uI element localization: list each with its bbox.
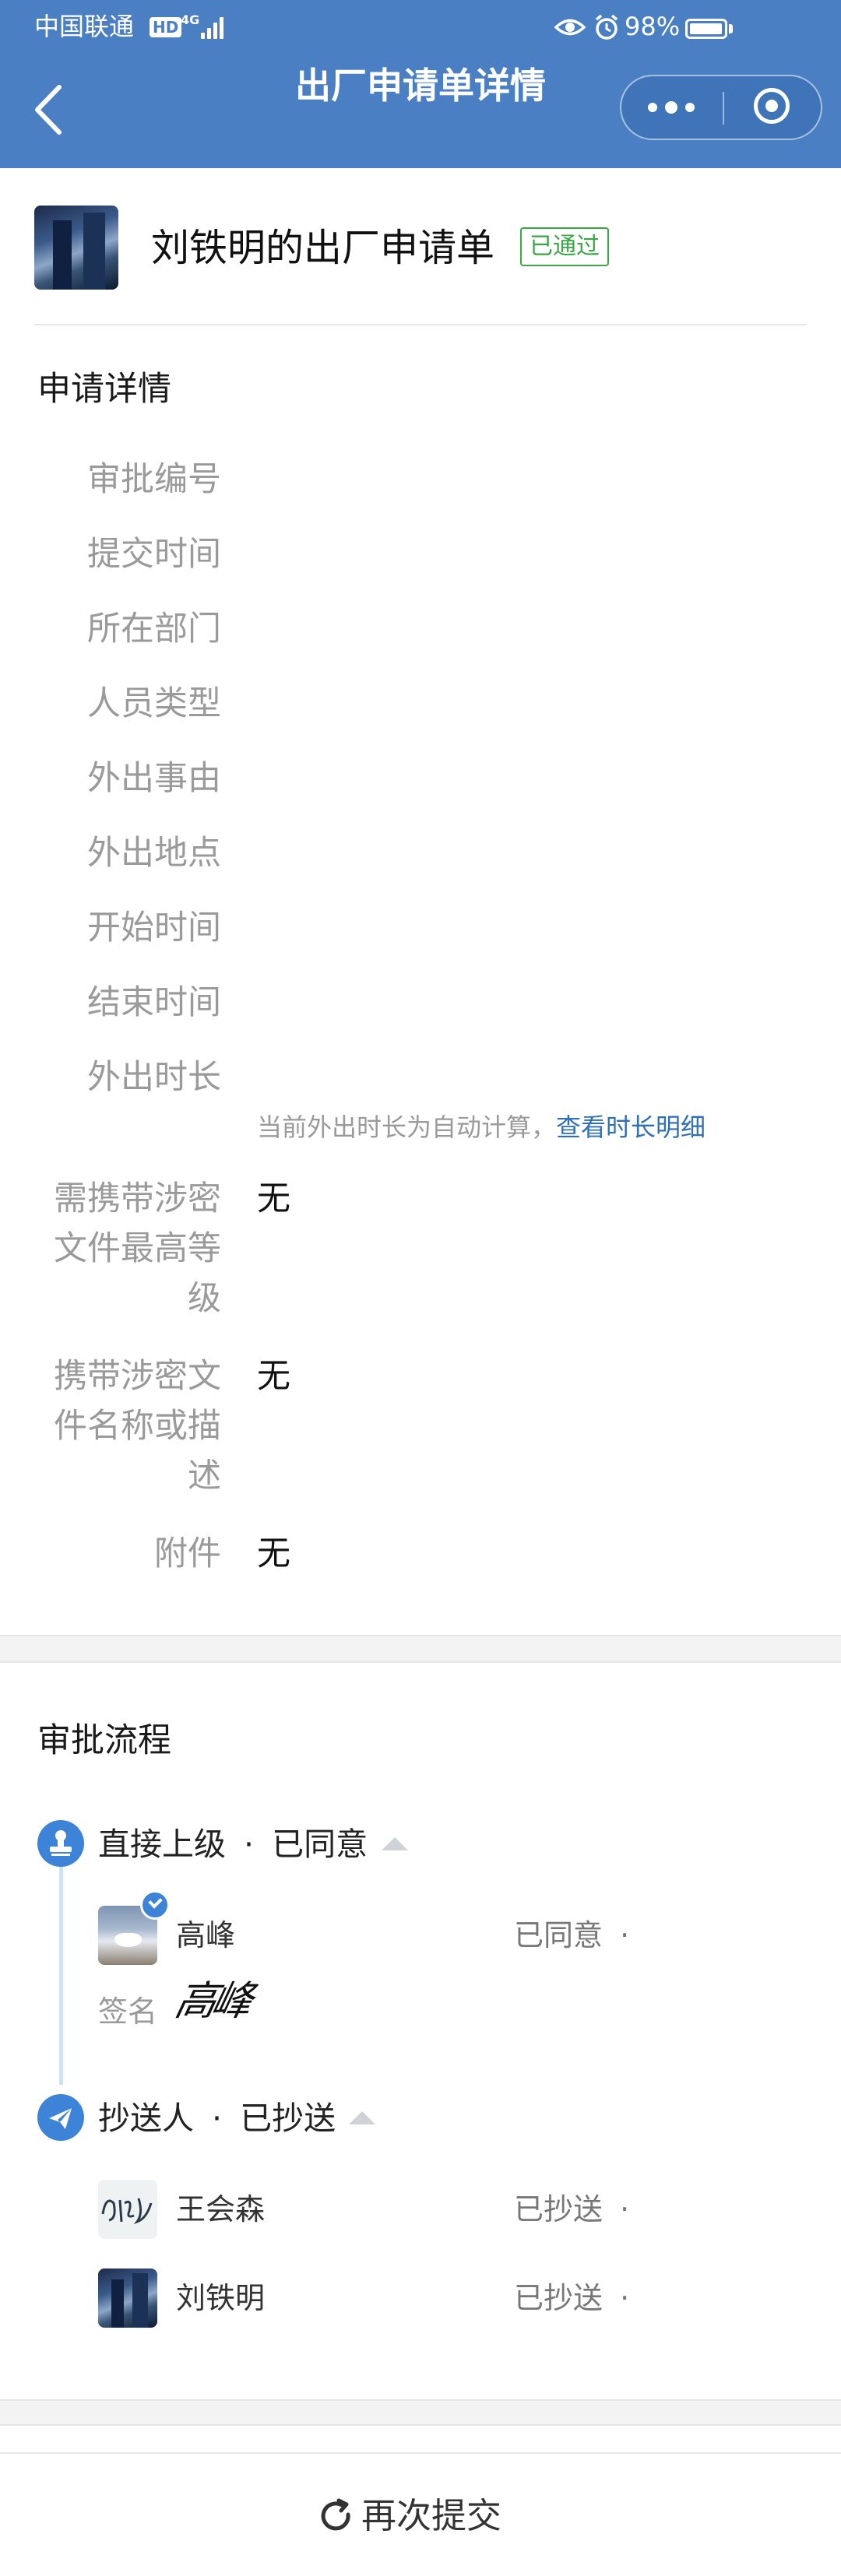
cc-status: 已抄送 · bbox=[514, 2276, 629, 2320]
field-label: 开始时间 bbox=[87, 908, 221, 947]
details-section-title: 申请详情 bbox=[37, 370, 171, 409]
app-header: 中国联通 HD 4G 98% 出厂申请单详情 bbox=[0, 0, 841, 168]
battery-percent: 98% bbox=[625, 12, 681, 41]
field-label: 文件最高等 bbox=[54, 1229, 221, 1268]
cc-name: 王会森 bbox=[176, 2192, 266, 2226]
battery-icon bbox=[685, 19, 727, 39]
footer-divider bbox=[0, 2452, 841, 2454]
duration-detail-link[interactable]: 查看时长明细 bbox=[556, 1112, 706, 1142]
cc-status-text: 已抄送 bbox=[514, 2281, 603, 2315]
status-dot: · bbox=[620, 1918, 630, 1952]
attachment-value: 无 bbox=[257, 1534, 290, 1573]
approver-status-text: 已同意 bbox=[514, 1918, 603, 1952]
node-title: 直接上级 bbox=[98, 1826, 226, 1863]
network-type: 4G bbox=[181, 12, 200, 27]
signature-label: 签名 bbox=[98, 1994, 158, 2029]
carrier-name: 中国联通 bbox=[34, 12, 135, 41]
field-label: 结束时间 bbox=[87, 983, 221, 1022]
field-label: 外出地点 bbox=[87, 834, 221, 873]
cc-name: 刘铁明 bbox=[176, 2281, 266, 2315]
more-icon[interactable] bbox=[648, 101, 698, 114]
title-divider bbox=[34, 324, 807, 325]
field-label: 件名称或描 bbox=[54, 1407, 221, 1446]
stamp-icon bbox=[37, 1820, 84, 1867]
field-value: 无 bbox=[257, 1179, 290, 1218]
signal-icon bbox=[201, 14, 227, 39]
section-separator bbox=[0, 1635, 841, 1663]
field-label: 提交时间 bbox=[87, 535, 221, 574]
node-state: 已同意 bbox=[272, 1826, 368, 1863]
approver-status: 已同意 · bbox=[514, 1914, 629, 1957]
resubmit-button[interactable]: 再次提交 bbox=[318, 2488, 501, 2544]
field-label: 外出事由 bbox=[87, 759, 221, 798]
flow-section-title: 审批流程 bbox=[37, 1721, 171, 1760]
duration-note: 当前外出时长为自动计算，查看时长明细 bbox=[257, 1109, 706, 1146]
mini-program-capsule bbox=[620, 75, 822, 140]
collapse-caret-icon[interactable] bbox=[382, 1837, 408, 1850]
alarm-icon bbox=[595, 14, 618, 40]
battery-cap bbox=[729, 24, 733, 33]
field-label: 级 bbox=[188, 1279, 221, 1318]
field-label: 述 bbox=[188, 1457, 221, 1495]
status-dot: · bbox=[620, 2192, 630, 2226]
close-target-icon[interactable] bbox=[754, 88, 790, 124]
cc-avatar-1 bbox=[98, 2180, 157, 2239]
resubmit-label: 再次提交 bbox=[361, 2495, 502, 2536]
node-state: 已抄送 bbox=[240, 2100, 336, 2137]
field-label: 需携带涉密 bbox=[54, 1179, 221, 1218]
collapse-caret-icon[interactable] bbox=[349, 2111, 375, 2124]
capsule-divider bbox=[723, 92, 724, 125]
status-dot: · bbox=[620, 2281, 630, 2315]
field-label: 审批编号 bbox=[87, 460, 221, 499]
eye-icon bbox=[554, 19, 586, 36]
refresh-icon bbox=[321, 2498, 350, 2531]
node-header-supervisor[interactable]: 直接上级 · 已同意 bbox=[98, 1822, 368, 1867]
status-badge: 已通过 bbox=[520, 227, 609, 266]
field-label: 携带涉密文 bbox=[54, 1357, 221, 1396]
signature-image: 高峰 bbox=[171, 1978, 253, 2025]
approver-name: 高峰 bbox=[176, 1918, 236, 1952]
field-label: 所在部门 bbox=[87, 610, 221, 648]
hd-badge: HD bbox=[150, 17, 182, 37]
send-icon bbox=[37, 2094, 84, 2141]
node-header-cc[interactable]: 抄送人 · 已抄送 bbox=[98, 2096, 336, 2141]
duration-note-text: 当前外出时长为自动计算， bbox=[257, 1112, 557, 1142]
cc-status: 已抄送 · bbox=[514, 2188, 629, 2231]
node-separator: · bbox=[212, 2100, 223, 2137]
field-label: 人员类型 bbox=[87, 684, 221, 723]
node-separator: · bbox=[244, 1826, 255, 1863]
application-title: 刘铁明的出厂申请单 bbox=[151, 226, 495, 270]
cc-status-text: 已抄送 bbox=[514, 2192, 603, 2226]
field-value: 无 bbox=[257, 1357, 290, 1396]
section-separator bbox=[0, 2399, 841, 2426]
applicant-avatar bbox=[34, 206, 118, 290]
field-label: 外出时长 bbox=[87, 1058, 221, 1097]
approved-check-icon bbox=[140, 1890, 170, 1920]
cc-avatar-2 bbox=[98, 2268, 157, 2328]
field-label: 附件 bbox=[154, 1534, 221, 1573]
node-title: 抄送人 bbox=[98, 2100, 194, 2137]
flow-connector bbox=[59, 1867, 63, 2085]
